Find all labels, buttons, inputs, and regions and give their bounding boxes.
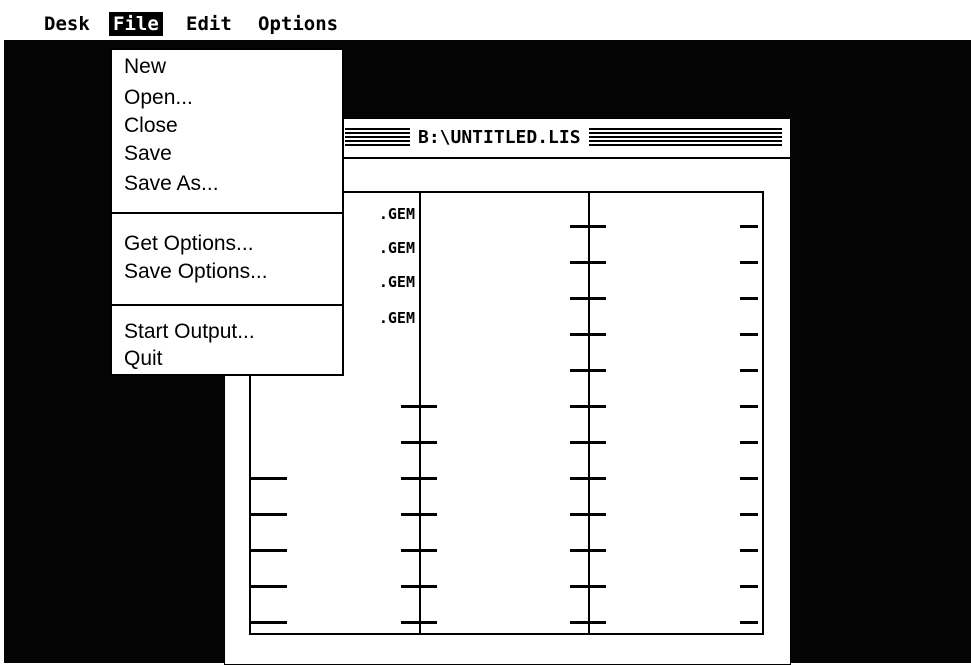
menu-desk[interactable]: Desk — [40, 12, 94, 36]
list-slot-tick — [251, 549, 287, 552]
list-slot-tick — [570, 333, 606, 336]
menu-item-save-as[interactable]: Save As... — [124, 171, 219, 197]
list-slot-tick — [401, 621, 437, 624]
list-item[interactable]: .GEM — [355, 309, 415, 327]
menu-file[interactable]: File — [109, 12, 163, 36]
list-slot-tick — [401, 549, 437, 552]
list-slot-tick — [570, 549, 606, 552]
column-divider — [419, 193, 421, 633]
file-dropdown-menu: New Open... Close Save Save As... Get Op… — [110, 48, 344, 376]
column-divider — [588, 193, 590, 633]
menu-item-close[interactable]: Close — [124, 113, 178, 139]
menu-separator — [112, 212, 342, 214]
list-slot-tick — [740, 513, 758, 516]
list-slot-tick — [251, 477, 287, 480]
list-slot-tick — [570, 621, 606, 624]
menu-separator — [112, 304, 342, 306]
list-slot-tick — [740, 333, 758, 336]
list-slot-tick — [570, 297, 606, 300]
list-slot-tick — [570, 477, 606, 480]
list-slot-tick — [251, 621, 287, 624]
list-slot-tick — [740, 405, 758, 408]
window-title: B:\UNTITLED.LIS — [410, 125, 589, 151]
list-slot-tick — [570, 225, 606, 228]
list-item[interactable]: .GEM — [355, 205, 415, 223]
list-slot-tick — [740, 441, 758, 444]
list-slot-tick — [740, 297, 758, 300]
list-slot-tick — [740, 225, 758, 228]
menu-item-quit[interactable]: Quit — [124, 346, 163, 372]
list-slot-tick — [401, 585, 437, 588]
list-slot-tick — [401, 513, 437, 516]
list-slot-tick — [401, 405, 437, 408]
list-slot-tick — [251, 585, 287, 588]
list-slot-tick — [570, 261, 606, 264]
list-slot-tick — [740, 621, 758, 624]
menu-item-get-options[interactable]: Get Options... — [124, 231, 254, 257]
menu-item-start-output[interactable]: Start Output... — [124, 319, 255, 345]
list-slot-tick — [401, 477, 437, 480]
list-item[interactable]: .GEM — [355, 239, 415, 257]
list-slot-tick — [570, 405, 606, 408]
list-slot-tick — [740, 585, 758, 588]
menu-item-open[interactable]: Open... — [124, 85, 193, 111]
list-slot-tick — [570, 513, 606, 516]
menu-item-new[interactable]: New — [124, 54, 166, 80]
list-slot-tick — [740, 261, 758, 264]
list-slot-tick — [570, 585, 606, 588]
list-slot-tick — [570, 369, 606, 372]
list-slot-tick — [251, 513, 287, 516]
menu-options[interactable]: Options — [254, 12, 342, 36]
menu-bar: Desk File Edit Options — [0, 0, 971, 40]
list-slot-tick — [570, 441, 606, 444]
list-slot-tick — [740, 369, 758, 372]
menu-item-save-options[interactable]: Save Options... — [124, 259, 268, 285]
menu-item-save[interactable]: Save — [124, 141, 172, 167]
menu-edit[interactable]: Edit — [182, 12, 236, 36]
list-slot-tick — [740, 477, 758, 480]
list-item[interactable]: .GEM — [355, 273, 415, 291]
list-slot-tick — [740, 549, 758, 552]
list-slot-tick — [401, 441, 437, 444]
